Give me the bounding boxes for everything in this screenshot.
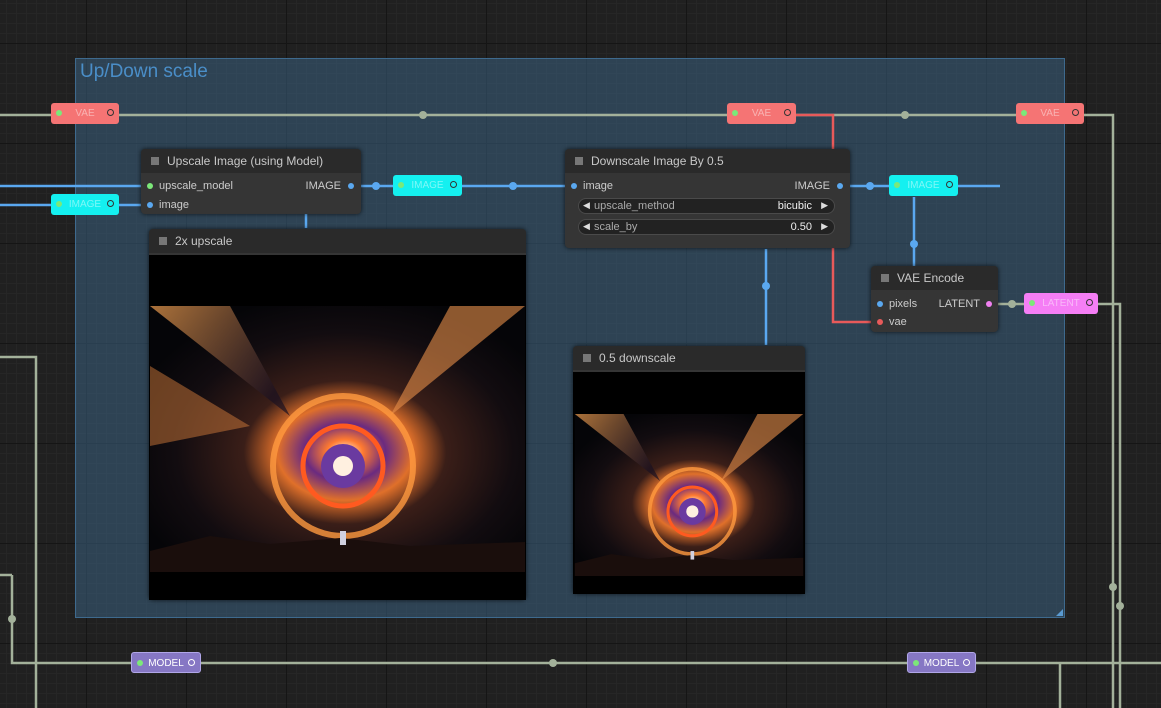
reroute-output-pin[interactable]: [1086, 299, 1093, 306]
reroute-output-pin[interactable]: [946, 181, 953, 188]
reroute-label: LATENT: [1042, 298, 1080, 309]
reroute-output-pin[interactable]: [107, 200, 114, 207]
node-title-text: Upscale Image (using Model): [167, 154, 324, 168]
collapse-toggle-icon[interactable]: [575, 157, 583, 165]
input-label-image: image: [159, 199, 189, 211]
latent-link-line: [997, 302, 1122, 708]
reroute-image-3[interactable]: IMAGE: [889, 175, 958, 196]
reroute-output-pin[interactable]: [450, 181, 457, 188]
reroute-output-pin[interactable]: [107, 109, 114, 116]
node-preview-0-5-downscale[interactable]: 0.5 downscale images: [573, 346, 805, 594]
model-link-left-a: [0, 355, 38, 708]
reroute-input-pin[interactable]: [1029, 300, 1035, 306]
collapse-toggle-icon[interactable]: [159, 237, 167, 245]
widget-value: bicubic: [777, 200, 812, 212]
node-preview-2x-upscale[interactable]: 2x upscale images: [149, 229, 526, 600]
node-title-downscale[interactable]: Downscale Image By 0.5: [565, 149, 850, 173]
reroute-label: IMAGE: [68, 199, 102, 210]
node-title-0-5-downscale[interactable]: 0.5 downscale: [573, 346, 805, 370]
reroute-input-pin[interactable]: [56, 110, 62, 116]
reroute-vae-1[interactable]: VAE: [51, 103, 119, 124]
preview-image-portal: [150, 306, 525, 572]
reroute-latent[interactable]: LATENT: [1024, 293, 1098, 314]
reroute-image-2[interactable]: IMAGE: [393, 175, 462, 196]
reroute-label: VAE: [75, 108, 95, 119]
reroute-image-1[interactable]: IMAGE: [51, 194, 119, 215]
node-downscale-image[interactable]: Downscale Image By 0.5 image IMAGE ◀ ups…: [565, 149, 850, 248]
widget-value: 0.50: [790, 221, 812, 233]
node-title-text: Downscale Image By 0.5: [591, 154, 724, 168]
arrow-left-icon[interactable]: ◀: [583, 200, 590, 211]
input-pin-image[interactable]: [571, 183, 577, 189]
input-pin-upscale-model[interactable]: [147, 183, 153, 189]
input-label-upscale-model: upscale_model: [159, 180, 233, 192]
node-title-vae-encode[interactable]: VAE Encode: [871, 266, 998, 290]
preview-image-portal: [574, 414, 804, 576]
node-vae-encode[interactable]: VAE Encode pixels vae LATENT: [871, 266, 998, 332]
reroute-label: VAE: [1040, 108, 1060, 119]
reroute-input-pin[interactable]: [56, 201, 62, 207]
collapse-toggle-icon[interactable]: [583, 354, 591, 362]
input-pin-pixels[interactable]: [877, 301, 883, 307]
node-title-text: 2x upscale: [175, 234, 233, 248]
output-label-latent: LATENT: [938, 298, 980, 310]
reroute-input-pin[interactable]: [1021, 110, 1027, 116]
output-pin-latent[interactable]: [986, 301, 992, 307]
reroute-output-pin[interactable]: [188, 659, 195, 666]
node-title-text: 0.5 downscale: [599, 351, 676, 365]
collapse-toggle-icon[interactable]: [881, 274, 889, 282]
reroute-label: IMAGE: [411, 180, 444, 191]
reroute-label: MODEL: [923, 658, 960, 669]
input-pin-image[interactable]: [147, 202, 153, 208]
reroute-vae-3[interactable]: VAE: [1016, 103, 1084, 124]
output-pin-image[interactable]: [348, 183, 354, 189]
node-title-text: VAE Encode: [897, 271, 965, 285]
input-pin-vae[interactable]: [877, 319, 883, 325]
input-label-pixels: pixels: [889, 298, 918, 310]
reroute-model-1[interactable]: MODEL: [131, 652, 201, 673]
input-label-image: image: [583, 180, 613, 192]
reroute-output-pin[interactable]: [784, 109, 791, 116]
collapse-toggle-icon[interactable]: [151, 157, 159, 165]
output-pin-image[interactable]: [837, 183, 843, 189]
reroute-output-pin[interactable]: [1072, 109, 1079, 116]
node-title-upscale[interactable]: Upscale Image (using Model): [141, 149, 361, 173]
input-label-vae: vae: [889, 316, 907, 328]
reroute-output-pin[interactable]: [963, 659, 970, 666]
node-upscale-image-using-model[interactable]: Upscale Image (using Model) upscale_mode…: [141, 149, 361, 214]
arrow-left-icon[interactable]: ◀: [583, 221, 590, 232]
reroute-input-pin[interactable]: [398, 182, 404, 188]
reroute-input-pin[interactable]: [894, 182, 900, 188]
reroute-label: IMAGE: [907, 180, 940, 191]
reroute-label: MODEL: [148, 658, 184, 669]
reroute-input-pin[interactable]: [732, 110, 738, 116]
upscale-method-combo[interactable]: ◀ upscale_method bicubic ▶: [578, 198, 835, 214]
arrow-right-icon[interactable]: ▶: [821, 221, 828, 232]
reroute-vae-2[interactable]: VAE: [727, 103, 796, 124]
node-title-2x-upscale[interactable]: 2x upscale: [149, 229, 526, 253]
node-graph-canvas[interactable]: Up/Down scale Upscale Image (using Model…: [0, 0, 1161, 708]
reroute-model-2[interactable]: MODEL: [907, 652, 976, 673]
widget-label: scale_by: [594, 221, 638, 233]
reroute-input-pin[interactable]: [137, 660, 143, 666]
reroute-label: VAE: [751, 108, 772, 119]
output-label-image: IMAGE: [794, 180, 830, 192]
widget-label: upscale_method: [594, 200, 675, 212]
reroute-input-pin[interactable]: [913, 660, 919, 666]
output-label-image: IMAGE: [305, 180, 341, 192]
arrow-right-icon[interactable]: ▶: [821, 200, 828, 211]
scale-by-number[interactable]: ◀ scale_by 0.50 ▶: [578, 219, 835, 235]
